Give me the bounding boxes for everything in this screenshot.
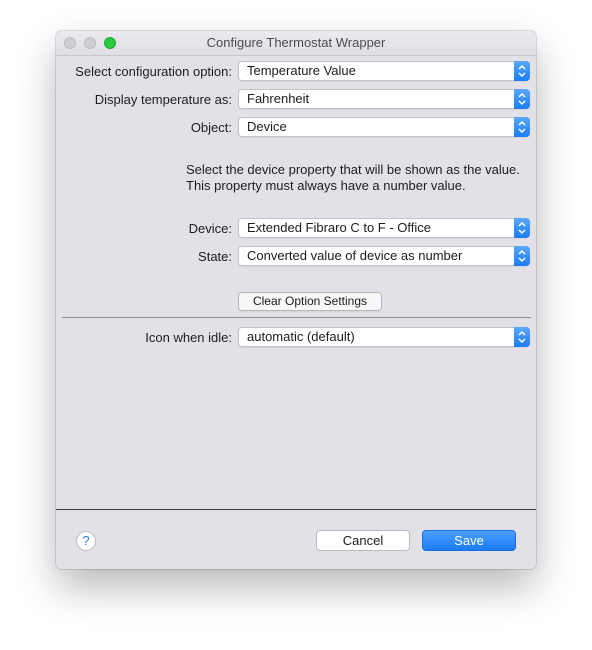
- updown-chevron-icon: [514, 218, 530, 238]
- minimize-window-button[interactable]: [84, 37, 96, 49]
- close-window-button[interactable]: [64, 37, 76, 49]
- config-option-label: Select configuration option:: [75, 64, 232, 79]
- clear-option-settings-button[interactable]: Clear Option Settings: [238, 292, 382, 311]
- property-help-text: Select the device property that will be …: [186, 162, 520, 193]
- display-temp-value: Fahrenheit: [247, 91, 310, 106]
- state-label: State:: [198, 249, 232, 264]
- state-row: State: Converted value of device as numb…: [56, 246, 536, 268]
- object-row: Object: Device: [56, 117, 536, 139]
- cancel-button[interactable]: Cancel: [316, 530, 410, 551]
- display-temp-popup[interactable]: Fahrenheit: [238, 89, 530, 109]
- updown-chevron-icon: [514, 246, 530, 266]
- device-row: Device: Extended Fibraro C to F - Office: [56, 218, 536, 240]
- icon-idle-popup[interactable]: automatic (default): [238, 327, 530, 347]
- save-button[interactable]: Save: [422, 530, 516, 551]
- object-label: Object:: [190, 120, 232, 135]
- device-popup[interactable]: Extended Fibraro C to F - Office: [238, 218, 530, 238]
- icon-idle-value: automatic (default): [247, 329, 355, 344]
- state-popup[interactable]: Converted value of device as number: [238, 246, 530, 266]
- title-bar[interactable]: Configure Thermostat Wrapper: [56, 31, 536, 56]
- section-divider: [62, 317, 531, 318]
- updown-chevron-icon: [514, 327, 530, 347]
- display-temp-row: Display temperature as: Fahrenheit: [56, 89, 536, 111]
- window-title: Configure Thermostat Wrapper: [206, 35, 386, 50]
- config-option-value: Temperature Value: [247, 63, 356, 78]
- object-popup[interactable]: Device: [238, 117, 530, 137]
- updown-chevron-icon: [514, 117, 530, 137]
- updown-chevron-icon: [514, 61, 530, 81]
- footer-divider: [56, 509, 536, 510]
- device-value: Extended Fibraro C to F - Office: [247, 220, 431, 235]
- dialog-window: Configure Thermostat Wrapper Select conf…: [56, 31, 536, 569]
- state-value: Converted value of device as number: [247, 248, 463, 263]
- icon-idle-row: Icon when idle: automatic (default): [56, 327, 536, 349]
- icon-idle-label: Icon when idle:: [145, 330, 232, 345]
- zoom-window-button[interactable]: [104, 37, 116, 49]
- display-temp-label: Display temperature as:: [94, 92, 232, 107]
- object-value: Device: [247, 119, 287, 134]
- device-label: Device:: [188, 221, 232, 236]
- help-icon[interactable]: ?: [76, 531, 96, 551]
- config-option-popup[interactable]: Temperature Value: [238, 61, 530, 81]
- updown-chevron-icon: [514, 89, 530, 109]
- config-option-row: Select configuration option: Temperature…: [56, 61, 536, 83]
